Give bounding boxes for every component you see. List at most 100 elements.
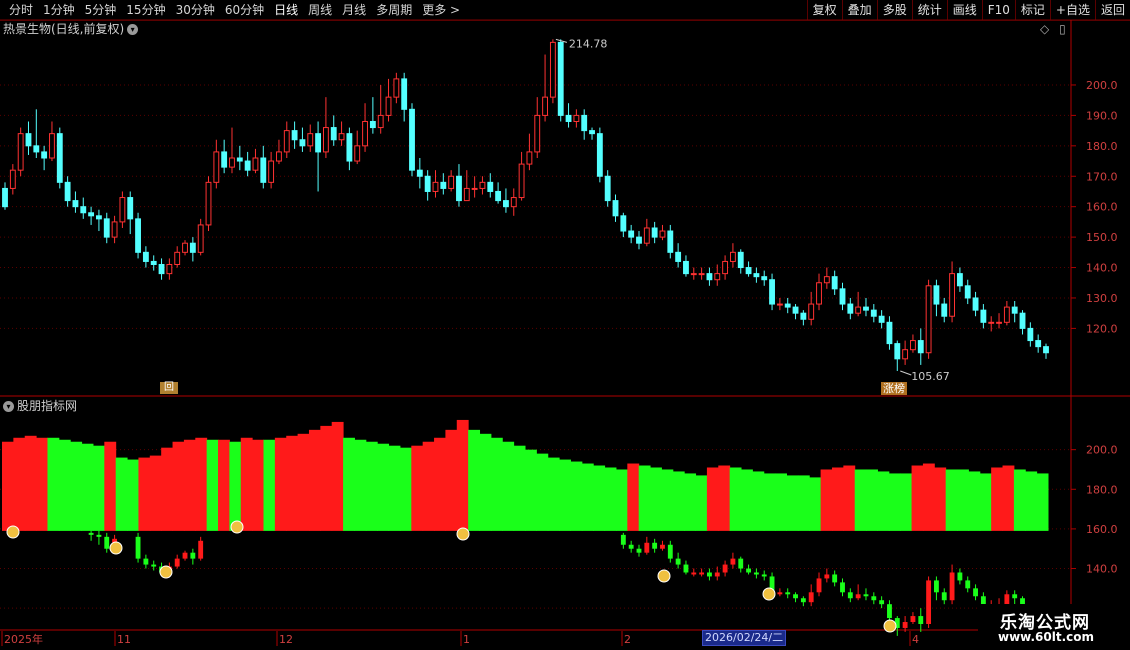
candle-body [816,282,822,305]
candle-body [158,263,165,275]
money-bag-icon [456,527,470,541]
sub-candle-body [761,574,767,577]
sub-candle-body [198,540,204,559]
limit-list-badge[interactable]: 涨榜 [881,382,907,395]
stock-title: 热景生物(日线,前复权) [3,22,125,36]
candle-body [41,151,48,159]
candle-body [549,41,556,98]
sub-pane-title: ▾ 股朋指标网 [3,399,77,413]
candle-body [471,187,478,190]
sub-candle-body [793,594,798,599]
candle-body [628,230,635,238]
kline-chart[interactable]: 200.0 190.0 180.0 170.0 160.0 150.0 140.0 130.0… [0,0,1130,650]
indicator-bar [877,471,890,531]
indicator-bar [604,467,617,531]
sub-candle-body [941,592,947,601]
watermark: 乐淘公式网 www.60lt.com [978,604,1130,650]
indicator-bar [513,445,526,531]
candle-body [917,340,924,354]
date-label: 4 [912,633,919,646]
indicator-bar [229,441,242,531]
indicator-bar [36,437,48,531]
indicator-bar [195,437,208,531]
candle-body [49,133,55,159]
indicator-bar [58,439,71,531]
indicator-bar [957,469,969,531]
sub-candle-body [957,572,963,581]
indicator-bar [1013,469,1026,531]
money-bag-icon [159,565,173,579]
indicator-bar [115,457,128,531]
candle-body [596,133,603,177]
candle-body [1003,306,1010,323]
candle-body [150,260,157,265]
candle-body [589,130,595,135]
candle-body [111,221,118,238]
candle-body [393,78,400,98]
chevron-down-icon[interactable]: ▾ [127,24,139,35]
candle-body [612,200,619,217]
indicator-bar [331,421,344,531]
sub-candle-body [738,558,744,569]
candle-body [440,181,447,189]
indicator-bar [479,433,492,531]
date-label: 11 [117,633,131,646]
indicator-bar [695,475,708,531]
diamond-icon[interactable]: ◇ [1040,22,1049,36]
candle-body [244,160,251,171]
candle-body [2,187,8,208]
money-bag-icon [762,587,776,601]
indicator-bar [922,463,935,531]
money-bag-icon [230,520,244,534]
candle-body [761,276,768,281]
sub-tick-label: 200.0 [1086,444,1118,457]
indicator-bar [320,425,333,531]
chevron-down-icon[interactable]: ▾ [3,401,14,412]
indicator-bar [570,461,583,531]
candle-body [9,169,16,189]
indicator-bar [718,465,731,531]
candle-body [737,251,744,269]
indicator-bar [706,467,719,531]
indicator-bar [252,439,264,531]
main-price-tick-label: 150.0 [1086,231,1118,244]
candle-body [95,215,102,220]
indicator-bar [854,469,867,531]
candle-body [119,197,126,223]
candle-body [409,108,415,171]
candle-body [463,187,470,202]
indicator-bar [672,471,685,531]
indicator-bar [979,473,992,531]
sub-candle-body [644,542,650,553]
return-badge[interactable]: 回 [160,382,178,394]
candle-body [894,343,901,360]
low-price-label: 105.67 [911,370,950,383]
indicator-bar [263,439,276,531]
pane-icon[interactable]: ▯ [1059,22,1066,36]
main-price-tick-label: 200.0 [1086,79,1118,92]
indicator-bar [661,469,674,531]
indicator-bar [183,439,196,531]
candle-body [557,41,564,116]
sub-candle-body [143,558,149,565]
main-price-tick-label: 190.0 [1086,109,1118,122]
candle-body [698,273,705,276]
candle-body [910,340,916,351]
candle-body [784,303,791,308]
candle-body [283,130,290,153]
indicator-bar [843,465,856,531]
date-label: 2 [624,633,631,646]
sub-candle-body [855,594,861,599]
indicator-bar [490,437,503,531]
sub-candle-body [151,564,157,567]
indicator-bar [2,441,14,531]
indicator-bar [559,459,571,531]
candle-body [362,120,368,147]
indicator-bar [536,453,549,531]
indicator-bar [411,445,424,531]
candle-body [229,157,235,168]
candle-body [659,230,666,238]
sub-candle-body [620,534,626,545]
indicator-bar [343,437,355,531]
candle-body [518,163,525,199]
